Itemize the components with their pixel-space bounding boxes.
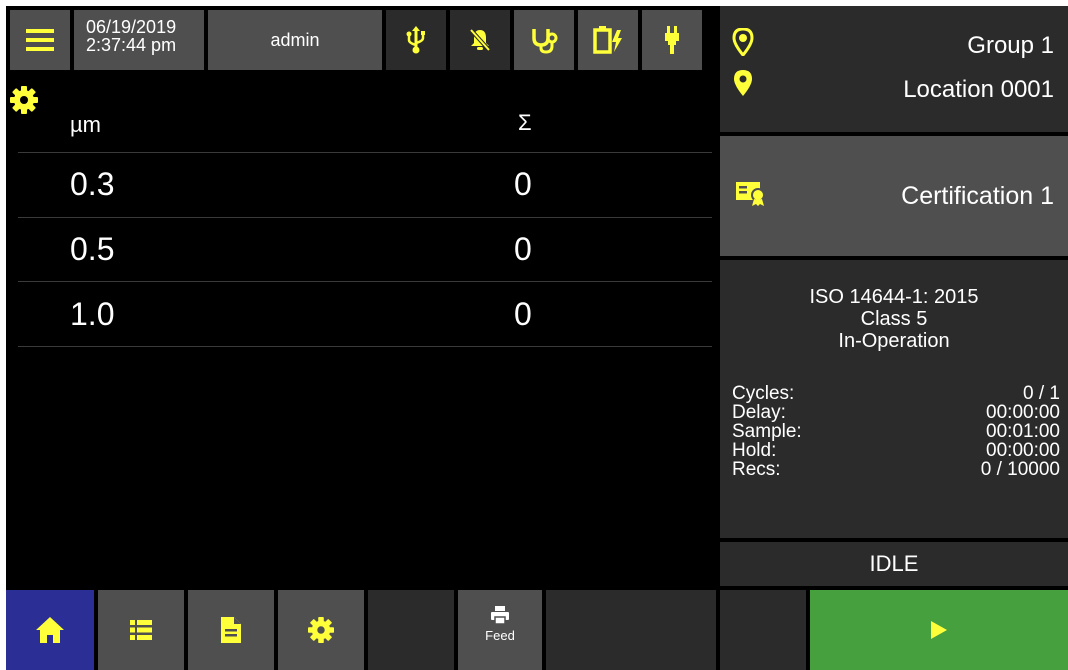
sum-column-header: Σ [518,110,532,135]
table-settings-button[interactable] [10,86,40,116]
stats-list: Cycles: 0 / 1 Delay: 00:00:00 Sample: 00… [732,384,1060,479]
datetime-display[interactable]: 06/19/2019 2:37:44 pm [74,10,204,70]
stat-value: 00:01:00 [986,421,1060,442]
row-divider [18,152,712,153]
stat-value: 00:00:00 [986,402,1060,423]
row-3-size: 1.0 [70,296,115,332]
time-text: 2:37:44 pm [86,35,177,55]
group-location-panel[interactable]: Group 1 Location 0001 [720,6,1068,132]
certification-label: Certification 1 [901,182,1054,210]
row-1-sum: 0 [514,166,532,202]
document-icon [221,617,241,643]
bell-off-icon [469,28,491,52]
alarm-button[interactable] [450,10,510,70]
class-label: Class 5 [860,308,928,330]
battery-charging-icon [593,26,622,54]
location-pin-icon [734,70,752,96]
battery-button[interactable] [578,10,638,70]
size-column-header: µm [70,112,102,137]
stat-row-cycles: Cycles: 0 / 1 [732,384,1060,403]
list-view-button[interactable] [98,590,184,670]
home-icon [36,617,64,643]
stat-value: 0 / 1 [1023,383,1060,404]
stat-label: Sample: [732,421,802,442]
row-3-sum: 0 [514,296,532,332]
date-text: 06/19/2019 [86,17,177,37]
stat-row-recs: Recs: 0 / 10000 [732,460,1060,479]
report-button[interactable] [188,590,274,670]
home-button[interactable] [6,590,94,670]
stat-value: 00:00:00 [986,440,1060,461]
status-display: IDLE [720,542,1068,586]
location-label: Location 0001 [903,76,1054,103]
stat-row-sample: Sample: 00:01:00 [732,422,1060,441]
feed-label: Feed [485,628,515,643]
stethoscope-icon [532,29,558,54]
stat-value: 0 / 10000 [980,459,1060,480]
gear-icon [10,86,38,114]
group-location-icon [732,28,754,56]
stat-label: Cycles: [732,383,795,404]
certification-button[interactable]: Certification 1 [720,136,1068,256]
row-divider [18,217,712,218]
test-info-panel: ISO 14644-1: 2015 Class 5 In-Operation C… [720,260,1068,538]
group-label: Group 1 [967,32,1054,59]
stat-label: Hold: [732,440,777,461]
standard-block: ISO 14644-1: 2015 Class 5 In-Operation [720,286,1068,352]
state-label: In-Operation [838,330,950,352]
row-1-size: 0.3 [70,166,115,202]
usb-button[interactable] [386,10,446,70]
user-button[interactable]: admin [208,10,382,70]
list-icon [130,620,152,640]
stat-label: Recs: [732,459,781,480]
probe-button[interactable] [642,10,702,70]
empty-footer-slot [368,590,454,670]
row-2-sum: 0 [514,231,532,267]
stat-label: Delay: [732,402,786,423]
row-divider [18,346,712,347]
stat-row-hold: Hold: 00:00:00 [732,441,1060,460]
menu-button[interactable] [10,10,70,70]
stat-row-delay: Delay: 00:00:00 [732,403,1060,422]
empty-footer-slot [546,590,716,670]
device-screen: 06/19/2019 2:37:44 pm admin µm Σ 0.3 0 0… [6,6,1068,670]
empty-footer-slot [720,590,806,670]
row-divider [18,281,712,282]
diagnostics-button[interactable] [514,10,574,70]
play-icon [931,621,947,639]
feed-button[interactable]: Feed [458,590,542,670]
gear-icon [308,617,334,643]
start-button[interactable] [810,590,1068,670]
row-2-size: 0.5 [70,231,115,267]
menu-icon [26,29,54,51]
usb-icon [406,26,425,54]
printer-icon [491,606,509,624]
certificate-icon [736,182,765,206]
standard-label: ISO 14644-1: 2015 [809,286,979,308]
settings-button[interactable] [278,590,364,670]
probe-icon [665,26,679,54]
